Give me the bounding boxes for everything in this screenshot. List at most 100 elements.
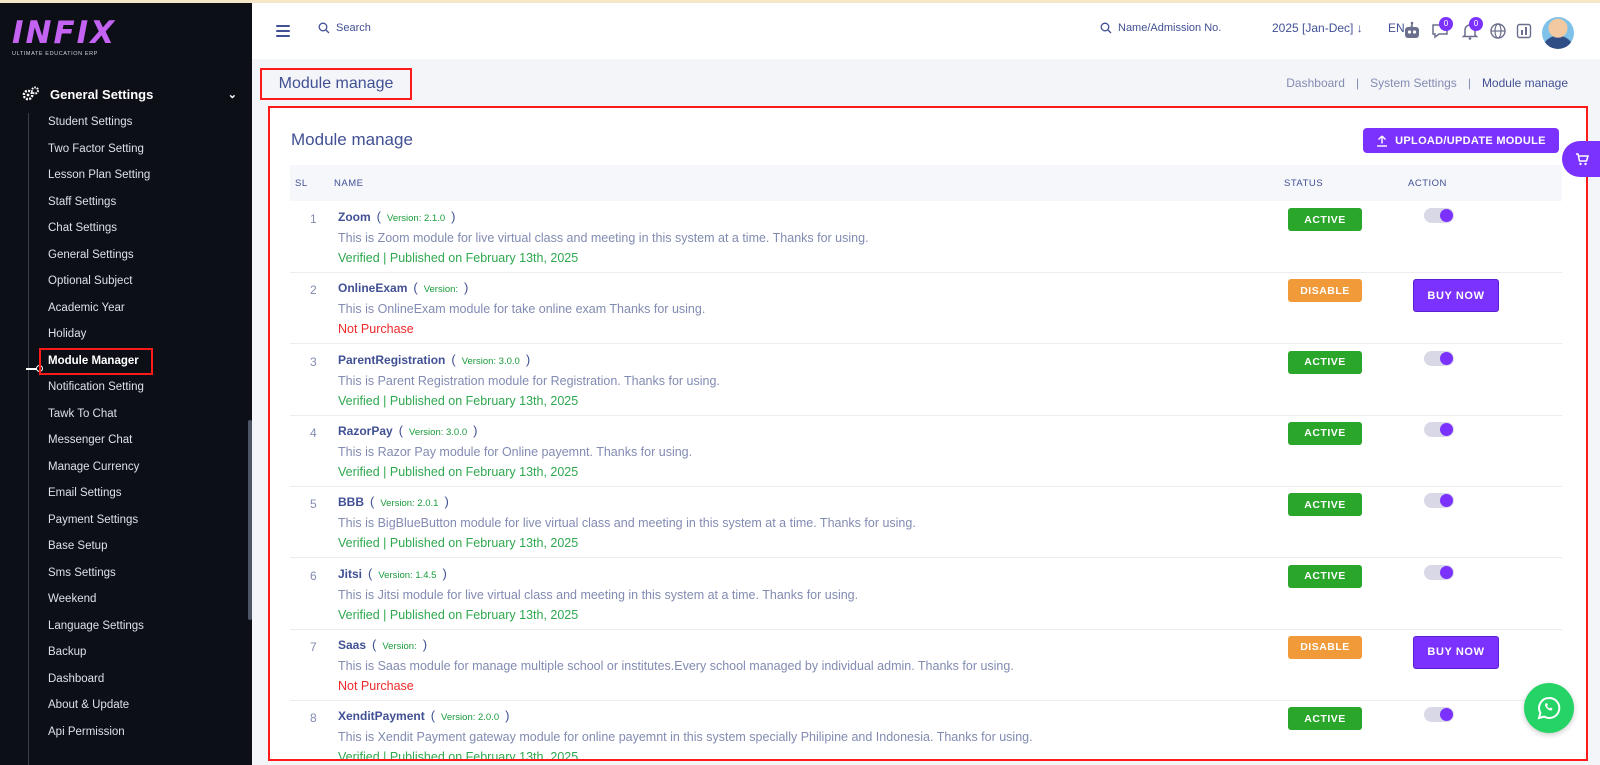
row-sl: 7 bbox=[310, 639, 317, 654]
module-publish-info: Verified | Published on February 13th, 2… bbox=[338, 251, 579, 265]
module-enable-toggle[interactable] bbox=[1424, 208, 1454, 223]
sidebar-item-staff-settings[interactable]: Staff Settings bbox=[48, 192, 228, 212]
sidebar-scrollbar[interactable] bbox=[248, 420, 252, 620]
toggle-knob bbox=[1440, 351, 1453, 365]
status-badge[interactable]: ACTIVE bbox=[1288, 350, 1362, 374]
robot-icon[interactable] bbox=[1402, 21, 1422, 41]
breadcrumb-dashboard[interactable]: Dashboard bbox=[1286, 76, 1345, 90]
sidebar-item-payment-settings[interactable]: Payment Settings bbox=[48, 510, 228, 530]
sidebar-item-messenger-chat[interactable]: Messenger Chat bbox=[48, 430, 228, 450]
sidebar-item-dashboard[interactable]: Dashboard bbox=[48, 669, 228, 689]
module-publish-info: Verified | Published on February 13th, 2… bbox=[338, 393, 579, 408]
cart-icon bbox=[1576, 153, 1590, 166]
buy-now-button[interactable]: BUY NOW bbox=[1413, 279, 1499, 313]
page-title: Module manage bbox=[260, 68, 412, 100]
sidebar-item-about-update[interactable]: About & Update bbox=[48, 695, 228, 715]
bell-icon[interactable]: 0 bbox=[1460, 17, 1483, 41]
sidebar-item-weekend[interactable]: Weekend bbox=[48, 589, 228, 609]
academic-year-select[interactable]: 2025 [Jan-Dec] ↓ bbox=[1272, 21, 1363, 35]
upload-module-button[interactable]: UPLOAD/UPDATE MODULE bbox=[1363, 128, 1559, 153]
module-publish-info: Verified | Published on February 13th, 2… bbox=[338, 536, 579, 551]
sidebar-item-manage-currency[interactable]: Manage Currency bbox=[48, 457, 228, 477]
module-version: Version: bbox=[423, 284, 459, 296]
version-close-paren: ) bbox=[442, 565, 447, 581]
module-version: Version: 1.4.5 bbox=[378, 569, 437, 581]
arrow-down-icon: ↓ bbox=[1356, 21, 1363, 35]
status-badge[interactable]: DISABLE bbox=[1288, 279, 1362, 303]
module-title: BBB (Version: 2.0.1) bbox=[338, 494, 449, 509]
search-input[interactable]: Search bbox=[336, 22, 371, 34]
sidebar-item-backup[interactable]: Backup bbox=[48, 642, 228, 662]
sidebar-item-holiday[interactable]: Holiday bbox=[48, 324, 228, 344]
table-row: 5 BBB (Version: 2.0.1) This is BigBlueButto… bbox=[290, 486, 1562, 559]
version-close-paren: ) bbox=[473, 422, 478, 438]
version-close-paren: ) bbox=[505, 708, 510, 724]
module-enable-toggle[interactable] bbox=[1424, 493, 1454, 509]
status-badge[interactable]: DISABLE bbox=[1288, 635, 1362, 659]
sidebar-item-module-manager[interactable]: Module Manager bbox=[39, 347, 153, 375]
sidebar-item-notification-setting[interactable]: Notification Setting bbox=[48, 377, 228, 397]
status-badge[interactable]: ACTIVE bbox=[1288, 421, 1362, 445]
module-name: ParentRegistration bbox=[338, 352, 446, 367]
sidebar-item-email-settings[interactable]: Email Settings bbox=[48, 483, 228, 503]
student-search-input[interactable]: Name/Admission No. bbox=[1118, 22, 1221, 34]
whatsapp-button[interactable] bbox=[1524, 683, 1574, 733]
sidebar-item-two-factor-setting[interactable]: Two Factor Setting bbox=[48, 139, 228, 159]
chevron-down-icon: ⌄ bbox=[227, 88, 237, 101]
sidebar-item-optional-subject[interactable]: Optional Subject bbox=[48, 271, 228, 291]
breadcrumb-system-settings[interactable]: System Settings bbox=[1370, 76, 1457, 90]
sidebar-item-general-settings[interactable]: General Settings bbox=[48, 245, 228, 265]
sidebar-item-api-permission[interactable]: Api Permission bbox=[48, 722, 228, 742]
upload-module-label: UPLOAD/UPDATE MODULE bbox=[1395, 134, 1546, 147]
globe-icon[interactable] bbox=[1488, 21, 1508, 41]
status-badge[interactable]: ACTIVE bbox=[1288, 493, 1362, 517]
module-enable-toggle[interactable] bbox=[1424, 707, 1454, 723]
sidebar-item-lesson-plan-setting[interactable]: Lesson Plan Setting bbox=[48, 165, 228, 185]
version-close-paren: ) bbox=[444, 494, 449, 510]
module-version: Version: 2.0.1 bbox=[380, 498, 439, 510]
module-manage-card: Module manage UPLOAD/UPDATE MODULE SL NA… bbox=[268, 106, 1588, 761]
module-name: Jitsi bbox=[338, 566, 363, 581]
report-icon[interactable] bbox=[1514, 21, 1534, 41]
status-badge[interactable]: ACTIVE bbox=[1288, 707, 1362, 731]
logo-text: INFIX bbox=[12, 15, 117, 51]
module-version: Version: 3.0.0 bbox=[409, 426, 468, 438]
cart-float-button[interactable] bbox=[1562, 141, 1600, 177]
avatar[interactable] bbox=[1542, 17, 1574, 49]
sidebar-item-academic-year[interactable]: Academic Year bbox=[48, 298, 228, 318]
breadcrumb-separator: | bbox=[1355, 76, 1360, 90]
row-sl: 5 bbox=[310, 497, 317, 512]
table-row: 3 ParentRegistration (Version: 3.0.0) This … bbox=[290, 344, 1562, 416]
status-badge[interactable]: ACTIVE bbox=[1288, 564, 1362, 588]
sidebar-section-general-settings[interactable]: General Settings ⌄ bbox=[22, 83, 237, 105]
sidebar-item-base-setup[interactable]: Base Setup bbox=[48, 536, 228, 556]
module-title: ParentRegistration (Version: 3.0.0) bbox=[338, 352, 530, 367]
search-box[interactable]: Search bbox=[318, 22, 371, 34]
module-name: RazorPay bbox=[338, 423, 393, 438]
row-sl: 6 bbox=[310, 568, 317, 583]
student-search-box[interactable]: Name/Admission No. bbox=[1100, 22, 1221, 34]
app-logo[interactable]: INFIX ULTIMATE EDUCATION ERP bbox=[12, 17, 116, 57]
chat-icon[interactable]: 0 bbox=[1430, 17, 1453, 41]
sidebar-item-student-settings[interactable]: Student Settings bbox=[48, 112, 228, 132]
breadcrumb: Dashboard | System Settings | Module man… bbox=[1286, 76, 1568, 90]
module-name: OnlineExam bbox=[338, 281, 408, 296]
version-open-paren: ( bbox=[430, 708, 436, 724]
logo-tagline: ULTIMATE EDUCATION ERP bbox=[12, 51, 98, 57]
module-enable-toggle[interactable] bbox=[1424, 421, 1454, 437]
module-version: Version: 2.0.0 bbox=[441, 712, 500, 724]
module-enable-toggle[interactable] bbox=[1424, 350, 1454, 366]
sidebar-item-language-settings[interactable]: Language Settings bbox=[48, 616, 228, 636]
buy-now-button[interactable]: BUY NOW bbox=[1413, 635, 1499, 669]
toggle-knob bbox=[1440, 209, 1453, 222]
row-sl: 2 bbox=[310, 283, 317, 298]
sidebar-item-chat-settings[interactable]: Chat Settings bbox=[48, 218, 228, 238]
menu-toggle-icon[interactable] bbox=[276, 25, 290, 37]
module-enable-toggle[interactable] bbox=[1424, 564, 1454, 580]
module-name: Zoom bbox=[338, 210, 371, 224]
toggle-knob bbox=[1440, 708, 1453, 722]
version-close-paren: ) bbox=[525, 351, 531, 367]
sidebar-item-tawk-to-chat[interactable]: Tawk To Chat bbox=[48, 404, 228, 424]
sidebar-item-sms-settings[interactable]: Sms Settings bbox=[48, 563, 228, 583]
status-badge[interactable]: ACTIVE bbox=[1288, 208, 1362, 231]
